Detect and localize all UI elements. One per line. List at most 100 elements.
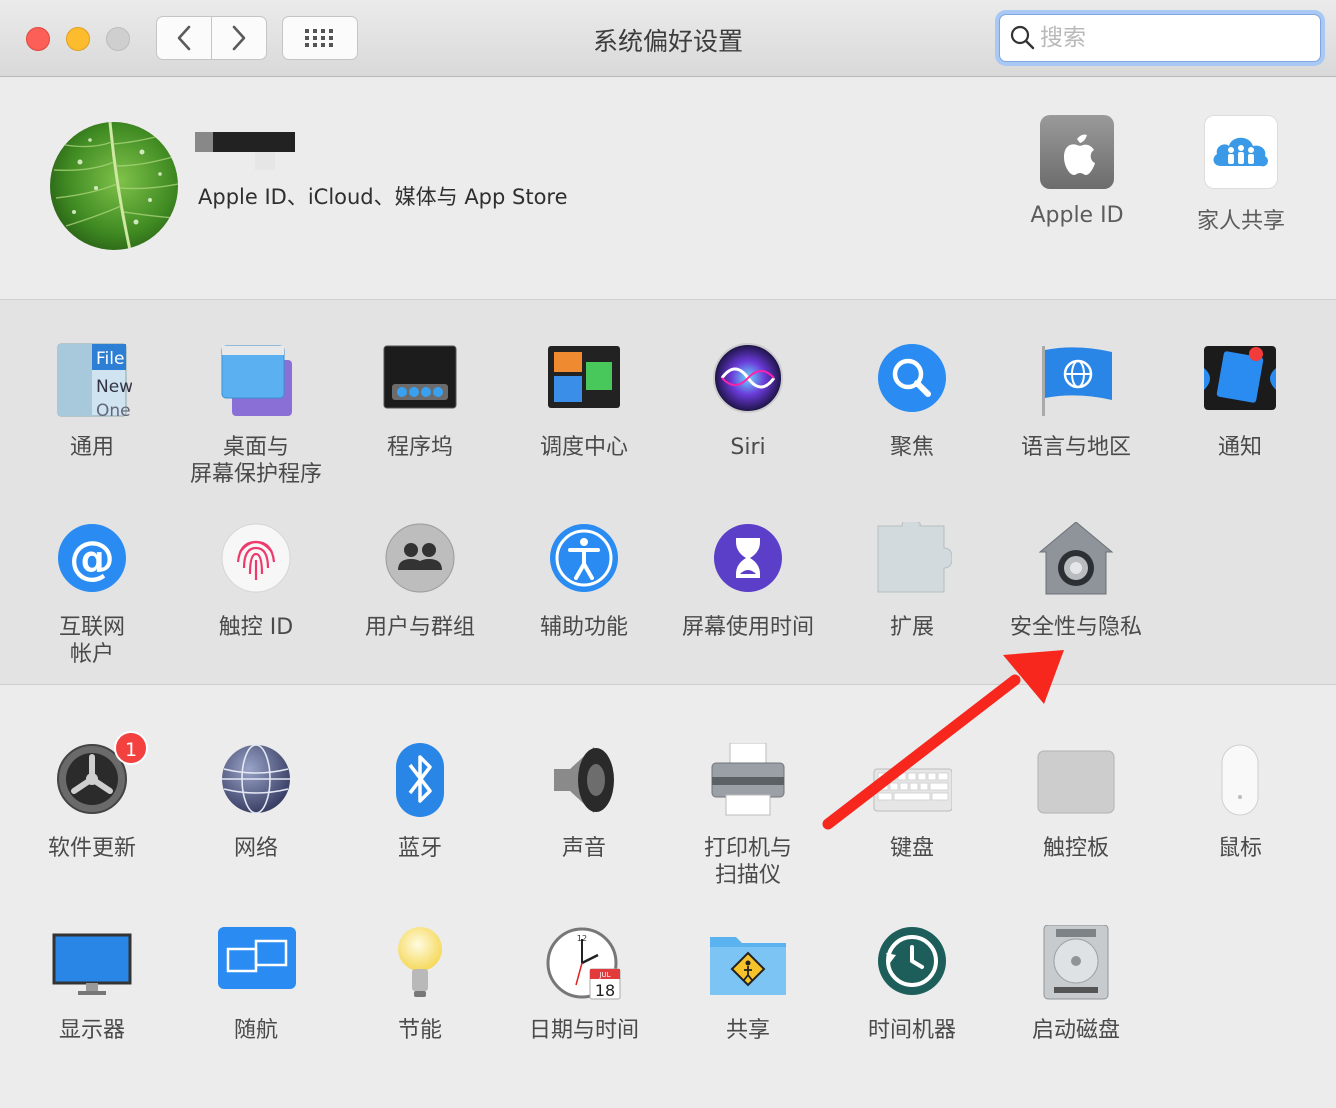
pref-touch-id[interactable]: 触控 ID bbox=[174, 522, 338, 641]
general-icon-text: File bbox=[96, 349, 124, 369]
keyboard-icon bbox=[872, 743, 953, 823]
pref-sharing[interactable]: 共享 bbox=[666, 925, 830, 1044]
pref-trackpad[interactable]: 触控板 bbox=[994, 743, 1158, 862]
avatar[interactable] bbox=[50, 122, 178, 250]
pref-label: 聚焦 bbox=[889, 435, 934, 460]
pref-general[interactable]: File New One 通用 bbox=[10, 342, 174, 461]
redacted-name bbox=[195, 132, 295, 152]
redacted-name-mark bbox=[255, 152, 275, 170]
pref-spotlight[interactable]: 聚焦 bbox=[830, 342, 994, 461]
pref-label: 节能 bbox=[397, 1018, 442, 1043]
close-button[interactable] bbox=[26, 27, 50, 51]
pref-family-sharing[interactable]: 家人共享 bbox=[1176, 115, 1306, 235]
pref-mission-control[interactable]: 调度中心 bbox=[502, 342, 666, 461]
apple-logo-icon bbox=[1040, 115, 1114, 189]
general-icon: File New One bbox=[52, 342, 133, 422]
printer-icon bbox=[708, 742, 788, 823]
pref-accessibility[interactable]: 辅助功能 bbox=[502, 522, 666, 641]
mission-control-icon bbox=[544, 342, 624, 422]
hourglass-icon bbox=[708, 522, 788, 602]
update-count-badge: 1 bbox=[114, 731, 148, 765]
network-globe-icon bbox=[216, 743, 296, 823]
accessibility-icon bbox=[544, 522, 624, 602]
dock-icon bbox=[380, 342, 460, 422]
pref-label: 辅助功能 bbox=[539, 615, 628, 640]
security-privacy-icon bbox=[1036, 521, 1116, 602]
pref-label: 鼠标 bbox=[1217, 836, 1262, 861]
desktop-screensaver-icon bbox=[216, 342, 296, 422]
pref-label: 声音 bbox=[561, 836, 606, 861]
pref-label: 打印机与 扫描仪 bbox=[703, 836, 792, 888]
pref-label: 家人共享 bbox=[1196, 209, 1285, 234]
pref-displays[interactable]: 显示器 bbox=[10, 925, 174, 1044]
general-icon-text: One bbox=[96, 401, 131, 421]
pref-bluetooth[interactable]: 蓝牙 bbox=[338, 743, 502, 862]
chevron-left-icon bbox=[177, 25, 191, 51]
pref-security-privacy[interactable]: 安全性与隐私 bbox=[994, 521, 1158, 641]
light-bulb-icon bbox=[380, 925, 460, 1005]
pref-printers-scanners[interactable]: 打印机与 扫描仪 bbox=[666, 742, 830, 889]
pref-label: 启动磁盘 bbox=[1031, 1018, 1120, 1043]
pref-label: 程序坞 bbox=[386, 435, 453, 460]
family-sharing-icon bbox=[1204, 115, 1278, 189]
pref-notifications[interactable]: 通知 bbox=[1158, 342, 1322, 461]
title-bar: 系统偏好设置 bbox=[0, 0, 1336, 77]
pref-label: 键盘 bbox=[889, 836, 934, 861]
pref-internet-accounts[interactable]: @ 互联网 帐户 bbox=[10, 522, 174, 668]
hardware-prefs-section: 1 软件更新 网络 蓝牙 声音 打印机与 扫描仪 键盘 触控板 鼠标 显示器 随… bbox=[0, 685, 1336, 1108]
pref-sidecar[interactable]: 随航 bbox=[174, 925, 338, 1044]
notifications-icon bbox=[1200, 342, 1280, 422]
calendar-day: 18 bbox=[595, 981, 615, 1000]
mouse-icon bbox=[1200, 743, 1280, 823]
pref-label: 语言与地区 bbox=[1020, 435, 1131, 460]
pref-label: Apple ID bbox=[1030, 203, 1124, 228]
grid-icon bbox=[305, 29, 333, 47]
pref-date-time[interactable]: 12 JUL 18 日期与时间 bbox=[502, 925, 666, 1044]
pref-energy-saver[interactable]: 节能 bbox=[338, 925, 502, 1044]
general-icon-text: New bbox=[96, 377, 132, 397]
show-all-button[interactable] bbox=[282, 16, 358, 60]
pref-language-region[interactable]: 语言与地区 bbox=[994, 342, 1158, 461]
search-icon bbox=[1010, 25, 1035, 50]
pref-label: 通用 bbox=[69, 435, 114, 460]
pref-label: 日期与时间 bbox=[528, 1018, 639, 1043]
pref-extensions[interactable]: 扩展 bbox=[830, 519, 994, 641]
speaker-icon bbox=[544, 743, 624, 823]
minimize-button[interactable] bbox=[66, 27, 90, 51]
pref-label: 安全性与隐私 bbox=[1009, 615, 1142, 640]
search-input[interactable] bbox=[1038, 24, 1292, 52]
clock-calendar-icon: 12 JUL 18 bbox=[544, 925, 624, 1005]
forward-button[interactable] bbox=[211, 16, 267, 60]
pref-label: 网络 bbox=[233, 836, 278, 861]
pref-dock[interactable]: 程序坞 bbox=[338, 342, 502, 461]
pref-apple-id[interactable]: Apple ID bbox=[1012, 115, 1142, 228]
pref-label: 桌面与 屏幕保护程序 bbox=[189, 435, 322, 487]
pref-users-groups[interactable]: 用户与群组 bbox=[338, 522, 502, 641]
chevron-right-icon bbox=[232, 25, 246, 51]
search-field[interactable] bbox=[999, 14, 1321, 62]
back-button[interactable] bbox=[156, 16, 212, 60]
fingerprint-icon bbox=[216, 522, 296, 602]
pref-startup-disk[interactable]: 启动磁盘 bbox=[994, 924, 1158, 1044]
pref-screen-time[interactable]: 屏幕使用时间 bbox=[666, 522, 830, 641]
pref-label: 调度中心 bbox=[539, 435, 628, 460]
pref-software-update[interactable]: 1 软件更新 bbox=[10, 731, 174, 862]
pref-mouse[interactable]: 鼠标 bbox=[1158, 743, 1322, 862]
pref-desktop-screensaver[interactable]: 桌面与 屏幕保护程序 bbox=[174, 342, 338, 488]
pref-sound[interactable]: 声音 bbox=[502, 743, 666, 862]
search-field-focus-ring bbox=[995, 10, 1325, 66]
pref-siri[interactable]: Siri bbox=[666, 342, 830, 461]
internet-accounts-icon-text: @ bbox=[69, 531, 115, 585]
bluetooth-icon bbox=[380, 743, 460, 823]
spotlight-icon bbox=[872, 342, 952, 422]
pref-keyboard[interactable]: 键盘 bbox=[830, 743, 994, 862]
pref-label: 通知 bbox=[1217, 435, 1262, 460]
display-monitor-icon bbox=[52, 925, 132, 1005]
puzzle-piece-icon bbox=[872, 519, 953, 602]
pref-time-machine[interactable]: 时间机器 bbox=[830, 925, 994, 1044]
internet-accounts-icon: @ bbox=[52, 522, 132, 602]
zoom-button[interactable] bbox=[106, 27, 130, 51]
pref-network[interactable]: 网络 bbox=[174, 743, 338, 862]
pref-label: 随航 bbox=[233, 1018, 278, 1043]
calendar-month: JUL bbox=[598, 971, 610, 979]
